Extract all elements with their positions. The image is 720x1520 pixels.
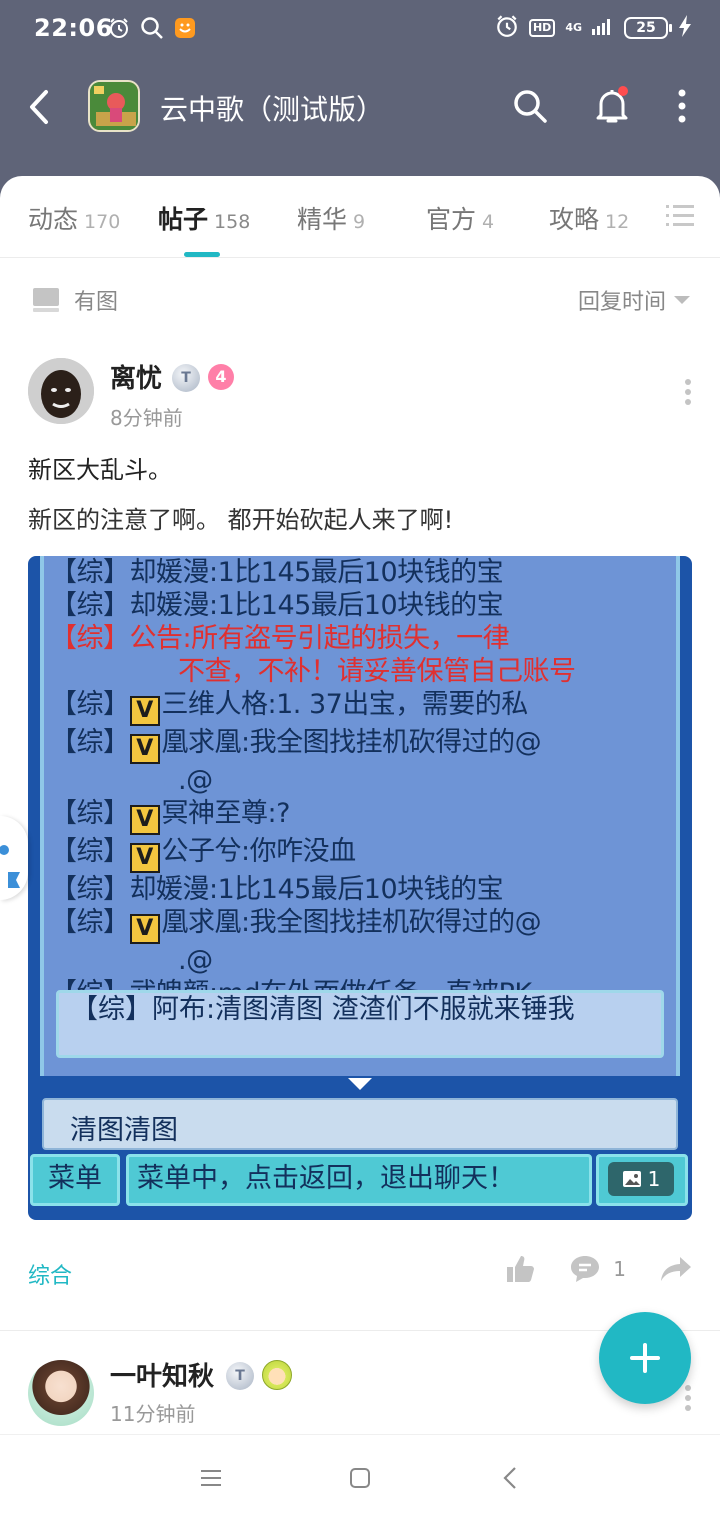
level-badge: 4 <box>208 364 234 390</box>
game-hint-text: 菜单中，点击返回，退出聊天！ <box>126 1154 592 1206</box>
game-menu-button: 菜单 <box>30 1154 120 1206</box>
back-button[interactable] <box>22 82 62 132</box>
tab-featured[interactable]: 精华 9 <box>297 200 365 236</box>
search-icon <box>140 16 164 44</box>
app-notification-icon <box>174 17 196 43</box>
post-time: 8分钟前 <box>110 406 183 430</box>
game-chat-log: 【综】却媛漫:1比145最后10块钱的宝 【综】却媛漫:1比145最后10块钱的宝… <box>50 556 680 1010</box>
image-filter-icon <box>33 288 59 312</box>
post-category[interactable]: 综合 <box>28 1258 72 1290</box>
post-image[interactable]: 【综】却媛漫:1比145最后10块钱的宝 【综】却媛漫:1比145最后10块钱的宝… <box>28 556 692 1220</box>
game-chat-line: 【综】 V 冥神至尊:? <box>50 797 680 835</box>
top-app-bar: 云中歌（测试版） <box>0 58 720 158</box>
game-chat-line: 【综】却媛漫:1比145最后10块钱的宝 <box>50 557 504 588</box>
content-card: 动态 170 帖子 158 精华 9 官方 4 攻略 12 有图 回复时间 离忧 T 4 … <box>0 176 720 1434</box>
battery-indicator: 25 <box>624 17 672 39</box>
home-button[interactable] <box>345 1463 375 1493</box>
game-icon[interactable] <box>88 80 140 132</box>
system-nav-bar <box>0 1434 720 1520</box>
game-chat-line: 【综】 V 凰求凰:我全图找挂机砍得过的@ <box>50 906 680 944</box>
more-icon <box>685 1385 691 1411</box>
tab-dynamic[interactable]: 动态 170 <box>28 200 120 236</box>
game-chat-line: 【综】却媛漫:1比145最后10块钱的宝 <box>50 874 504 905</box>
signal-icon <box>592 17 614 39</box>
post-time: 11分钟前 <box>110 1402 196 1426</box>
recents-button[interactable] <box>196 1463 226 1493</box>
tab-list-button[interactable] <box>666 204 694 228</box>
game-chat-line: 【综】 V 公子兮:你咋没血 <box>50 835 680 873</box>
share-button[interactable] <box>660 1255 692 1283</box>
avatar[interactable] <box>28 1360 94 1426</box>
network-type: 4G <box>565 21 582 34</box>
vip-icon: V <box>129 843 160 873</box>
notification-dot <box>618 86 628 96</box>
post-more-button[interactable] <box>684 378 692 406</box>
home-icon <box>350 1468 370 1488</box>
vip-icon: V <box>129 696 160 726</box>
helper-icon <box>0 845 20 888</box>
system-back-button[interactable] <box>496 1463 526 1493</box>
post-footer: 综合 1 <box>0 1252 720 1312</box>
menu-icon <box>201 1470 221 1486</box>
title-badge: T <box>226 1362 254 1390</box>
game-chat-line: 【综】公告:所有盗号引起的损失，一律 <box>50 623 510 654</box>
vip-icon: V <box>129 805 160 835</box>
comment-icon <box>571 1256 600 1282</box>
post-title[interactable]: 新区大乱斗。 <box>28 450 172 485</box>
tab-posts[interactable]: 帖子 158 <box>158 200 250 236</box>
more-icon <box>685 379 691 405</box>
post-more-button[interactable] <box>684 1384 692 1412</box>
vip-icon: V <box>129 734 160 764</box>
back-icon <box>30 90 48 124</box>
game-chat-line: .@ <box>178 765 213 796</box>
floating-helper-button[interactable] <box>0 816 28 900</box>
post-author[interactable]: 离忧 <box>110 358 162 395</box>
new-post-button[interactable] <box>599 1312 691 1404</box>
arrow-down-icon <box>348 1078 372 1090</box>
back-icon <box>503 1467 516 1489</box>
list-icon <box>666 205 694 226</box>
charging-icon <box>678 15 692 41</box>
game-chat-line: 不查，不补！请妥善保管自己账号 <box>178 656 576 687</box>
share-icon <box>661 1257 691 1281</box>
avatar[interactable] <box>28 358 94 424</box>
game-chat-line: 【综】却媛漫:1比145最后10块钱的宝 <box>50 590 504 621</box>
game-chat-line: 【综】 V 三维人格:1. 37出宝，需要的私 <box>50 688 680 726</box>
tab-bar: 动态 170 帖子 158 精华 9 官方 4 攻略 12 <box>0 176 720 258</box>
more-button[interactable] <box>672 84 692 128</box>
alarm-icon <box>495 14 519 42</box>
comment-button[interactable]: 1 <box>569 1254 626 1284</box>
title-badge: T <box>172 364 200 392</box>
game-chat-highlight: 【综】阿布:清图清图 渣渣们不服就来锤我 <box>56 990 664 1058</box>
status-bar: 22:06 HD 4G 25 <box>0 0 720 58</box>
active-tab-indicator <box>184 252 220 257</box>
alarm-icon <box>108 17 130 43</box>
vip-icon: V <box>129 914 160 944</box>
post-author[interactable]: 一叶知秋 <box>110 1356 214 1393</box>
more-icon <box>678 89 686 123</box>
status-time: 22:06 <box>34 14 113 42</box>
post-body[interactable]: 新区的注意了啊。 都开始砍起人来了啊! <box>28 500 453 535</box>
game-input-box: 清图清图 <box>42 1098 678 1150</box>
filter-bar: 有图 回复时间 <box>0 258 720 336</box>
plus-icon <box>630 1343 660 1373</box>
sort-dropdown[interactable]: 回复时间 <box>578 284 690 316</box>
user-sticker-icon <box>262 1360 292 1390</box>
search-icon <box>514 90 547 123</box>
thumbs-up-icon <box>507 1256 535 1282</box>
caret-down-icon <box>674 296 690 304</box>
has-image-filter[interactable]: 有图 <box>32 284 118 316</box>
game-chat-line: .@ <box>178 945 213 976</box>
image-icon <box>622 1171 641 1187</box>
like-button[interactable] <box>505 1254 535 1284</box>
game-chat-line: 【综】 V 凰求凰:我全图找挂机砍得过的@ <box>50 726 680 764</box>
tab-guides[interactable]: 攻略 12 <box>549 200 629 236</box>
search-button[interactable] <box>508 84 552 128</box>
tab-official[interactable]: 官方 4 <box>426 200 494 236</box>
notifications-button[interactable] <box>590 84 634 128</box>
image-count-badge: 1 <box>608 1162 674 1196</box>
page-title: 云中歌（测试版） <box>160 93 385 126</box>
hd-badge: HD <box>528 19 556 37</box>
